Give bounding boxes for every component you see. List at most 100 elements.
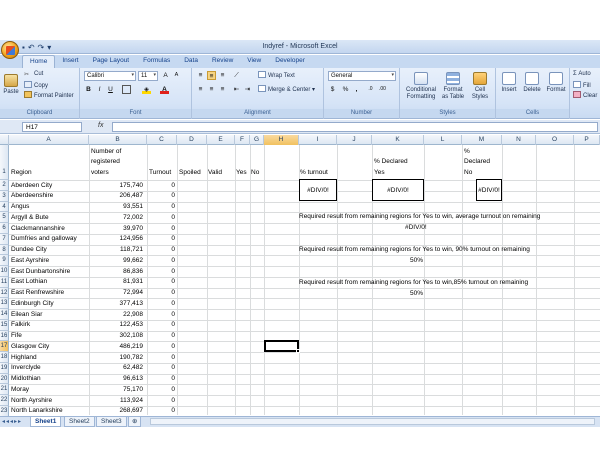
row-header-1[interactable]: 1 [0,145,9,180]
increase-decimal-icon[interactable]: .0 [366,85,375,94]
turnout-cell[interactable]: 0 [147,375,175,383]
header-pct-yes-line2[interactable]: Yes [374,169,385,177]
percent-button[interactable]: % [341,85,350,94]
paste-button[interactable]: Paste [2,74,20,96]
turnout-cell[interactable]: 0 [147,354,175,362]
formula-input[interactable] [112,122,598,132]
voters-cell[interactable]: 62,482 [89,364,143,372]
region-cell[interactable]: East Lothian [11,278,47,286]
sheet-tab-sheet2[interactable]: Sheet2 [64,417,95,427]
column-header-e[interactable]: E [207,135,235,145]
currency-icon[interactable]: $ [328,85,337,94]
copy-button[interactable]: Copy [24,81,48,89]
region-cell[interactable]: East Renfrewshire [11,289,64,297]
format-as-table-button[interactable]: Format as Table [440,72,466,101]
turnout-cell[interactable]: 0 [147,278,175,286]
header-region[interactable]: Region [11,169,32,177]
column-header-m[interactable]: M [462,135,502,145]
italic-icon[interactable]: I [95,85,104,94]
voters-cell[interactable]: 118,721 [89,246,143,254]
voters-cell[interactable]: 93,551 [89,203,143,211]
note-90-turnout-value[interactable]: 50% [410,257,423,265]
pct-no-result[interactable]: #DIV/0! [476,179,502,201]
row-header[interactable]: 5 [0,212,9,223]
turnout-cell[interactable]: 0 [147,235,175,243]
name-box[interactable]: H17 [22,122,82,132]
header-turnout[interactable]: Turnout [149,169,171,177]
tab-developer[interactable]: Developer [268,55,312,68]
note-average-turnout-value[interactable]: #DIV/0! [405,224,427,232]
fill-color-icon[interactable]: ◈ [142,85,151,94]
note-85-turnout[interactable]: Required result from remaining regions f… [299,279,528,287]
pct-turnout-result[interactable]: #DIV/0! [299,179,337,201]
region-cell[interactable]: Highland [11,354,37,362]
row-header[interactable]: 20 [0,373,9,385]
row-header[interactable]: 9 [0,255,9,266]
row-header[interactable]: 13 [0,298,9,309]
voters-cell[interactable]: 72,994 [89,289,143,297]
region-cell[interactable]: North Ayrshire [11,397,52,405]
header-pct-no-line3[interactable]: No [464,169,472,177]
column-header-g[interactable]: G [250,135,264,145]
region-cell[interactable]: Eilean Siar [11,311,42,319]
region-cell[interactable]: Falkirk [11,321,30,329]
note-90-turnout[interactable]: Required result from remaining regions f… [299,246,530,254]
region-cell[interactable]: Argyll & Bute [11,214,49,222]
turnout-cell[interactable]: 0 [147,397,175,405]
column-header-i[interactable]: I [299,135,337,145]
row-header[interactable]: 4 [0,201,9,213]
row-header[interactable]: 19 [0,362,9,374]
row-header[interactable]: 17 [0,341,9,352]
region-cell[interactable]: Moray [11,386,29,394]
row-header[interactable]: 23 [0,405,9,417]
pct-yes-result[interactable]: #DIV/0! [372,179,424,201]
underline-icon[interactable]: U [106,85,115,94]
voters-cell[interactable]: 39,970 [89,225,143,233]
column-header-l[interactable]: L [424,135,462,145]
voters-cell[interactable]: 81,931 [89,278,143,286]
region-cell[interactable]: East Ayrshire [11,257,49,265]
region-cell[interactable]: Midlothian [11,375,41,383]
header-pct-turnout[interactable]: % turnout [300,169,328,177]
row-header[interactable]: 21 [0,384,9,395]
fill-button[interactable]: Fill [573,81,591,89]
region-cell[interactable]: Angus [11,203,29,211]
bold-icon[interactable]: B [84,85,93,94]
sheet-nav-arrows-icon[interactable]: ◂◂◂▸▸ [2,418,22,425]
shrink-font-icon[interactable]: A [172,71,181,80]
wrap-text-button[interactable]: Wrap Text [258,71,295,79]
row-header[interactable]: 12 [0,287,9,299]
row-header[interactable]: 3 [0,190,9,202]
turnout-cell[interactable]: 0 [147,300,175,308]
region-cell[interactable]: Inverclyde [11,364,41,372]
font-size-combo[interactable]: 11 ▾ [138,71,158,81]
turnout-cell[interactable]: 0 [147,192,175,200]
voters-cell[interactable]: 124,956 [89,235,144,243]
note-average-turnout[interactable]: Required result from remaining regions f… [299,213,540,221]
voters-cell[interactable]: 377,413 [89,300,144,308]
borders-icon[interactable] [122,85,131,94]
region-cell[interactable]: Edinburgh City [11,300,54,308]
cell-styles-button[interactable]: Cell Styles [468,72,492,101]
voters-cell[interactable]: 486,219 [89,343,144,351]
office-button[interactable] [1,41,19,59]
voters-cell[interactable]: 72,002 [89,214,143,222]
voters-cell[interactable]: 175,740 [89,182,144,190]
column-header-f[interactable]: F [235,135,250,145]
region-cell[interactable]: Fife [11,332,22,340]
tab-formulas[interactable]: Formulas [136,55,177,68]
align-middle-icon[interactable]: ≡ [207,71,216,80]
row-header[interactable]: 8 [0,244,9,256]
header-voters-line3[interactable]: voters [91,169,109,177]
column-header-p[interactable]: P [574,135,600,145]
row-header[interactable]: 7 [0,233,9,245]
conditional-formatting-button[interactable]: Conditional Formatting [402,72,440,101]
turnout-cell[interactable]: 0 [147,311,175,319]
row-header[interactable]: 18 [0,352,9,363]
row-header[interactable]: 10 [0,266,9,277]
row-header[interactable]: 6 [0,223,9,234]
increase-indent-icon[interactable]: ⇥ [243,85,252,94]
clear-button[interactable]: Clear [573,91,597,99]
note-85-turnout-value[interactable]: 50% [410,290,423,298]
grow-font-icon[interactable]: A [161,71,170,80]
